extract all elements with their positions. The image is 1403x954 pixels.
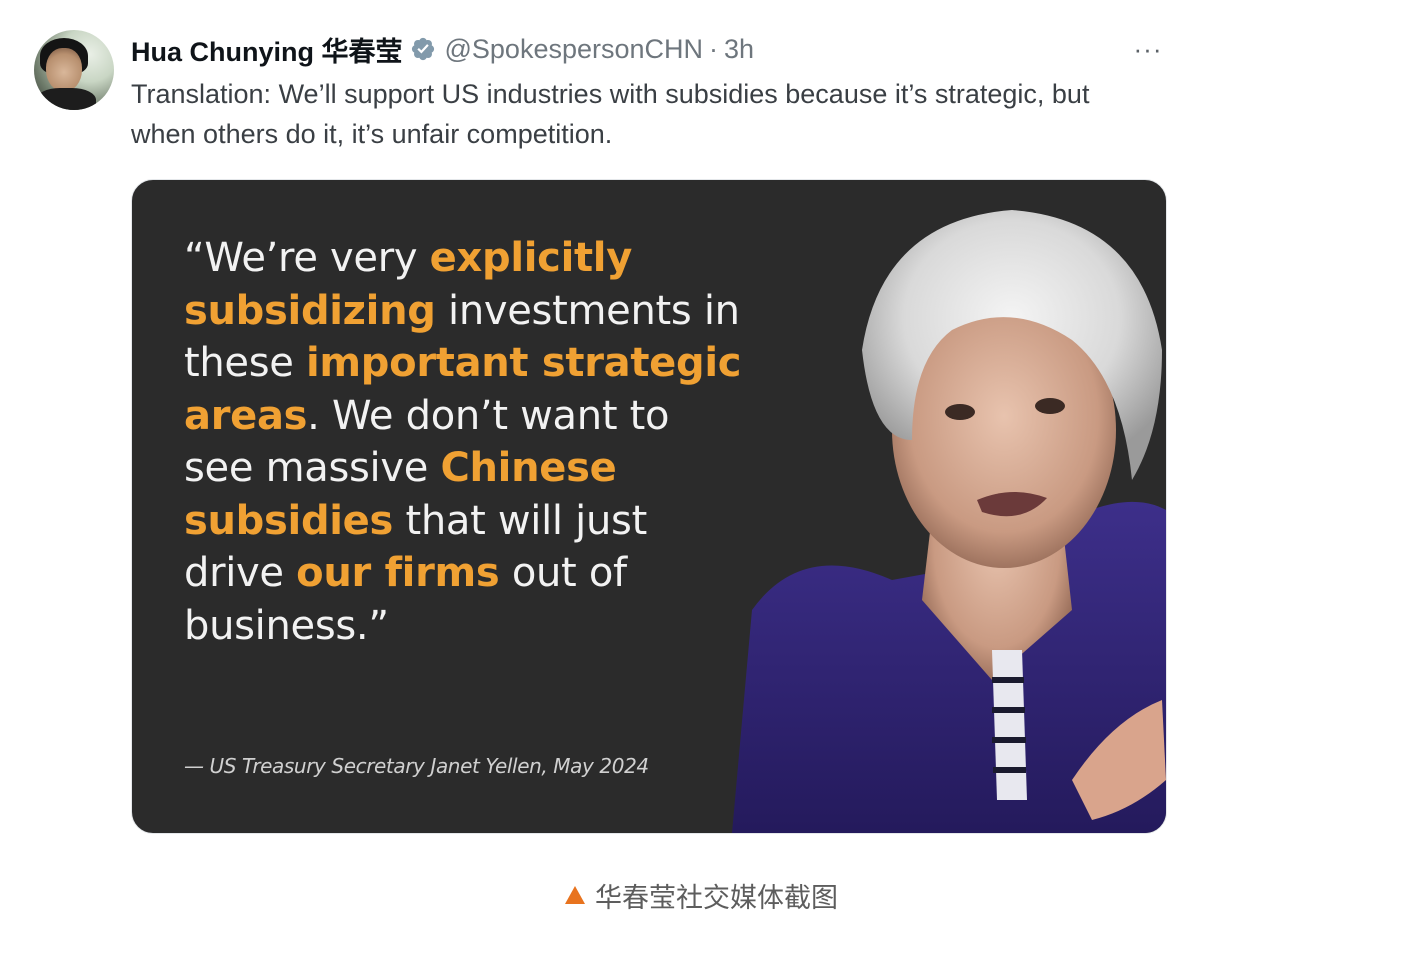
tweet-time[interactable]: 3h [724, 34, 754, 65]
quote-text: “We’re very explicitly subsidizing inves… [184, 232, 744, 652]
avatar-body [36, 88, 96, 110]
tweet: Hua Chunying 华春莹 @SpokespersonCHN · 3h ·… [0, 0, 1403, 954]
portrait-eye-right [1035, 398, 1065, 414]
author-handle[interactable]: @SpokespersonCHN [445, 34, 704, 65]
caption-text: 华春莹社交媒体截图 [595, 883, 838, 914]
quote-attribution: — US Treasury Secretary Janet Yellen, Ma… [184, 754, 649, 778]
tweet-text: Translation: We’ll support US industries… [131, 79, 1090, 149]
image-caption: 华春莹社交媒体截图 [0, 876, 1403, 915]
more-options-button[interactable]: ··· [1128, 34, 1168, 64]
portrait-illustration [732, 210, 1166, 833]
author-name[interactable]: Hua Chunying 华春莹 [131, 30, 403, 69]
triangle-icon [565, 885, 585, 904]
verified-badge-icon [411, 37, 434, 61]
avatar-face [46, 48, 82, 92]
portrait-striped-shirt [992, 650, 1027, 800]
avatar[interactable] [34, 30, 114, 110]
quote-segment: “We’re very [184, 235, 430, 281]
separator-dot: · [709, 33, 719, 64]
tweet-media-image[interactable]: “We’re very explicitly subsidizing inves… [131, 179, 1167, 834]
tweet-header: Hua Chunying 华春莹 @SpokespersonCHN · 3h [131, 30, 754, 68]
quote-highlight: our firms [296, 550, 500, 596]
portrait-eye-left [945, 404, 975, 420]
more-horizontal-icon: ··· [1133, 33, 1163, 64]
